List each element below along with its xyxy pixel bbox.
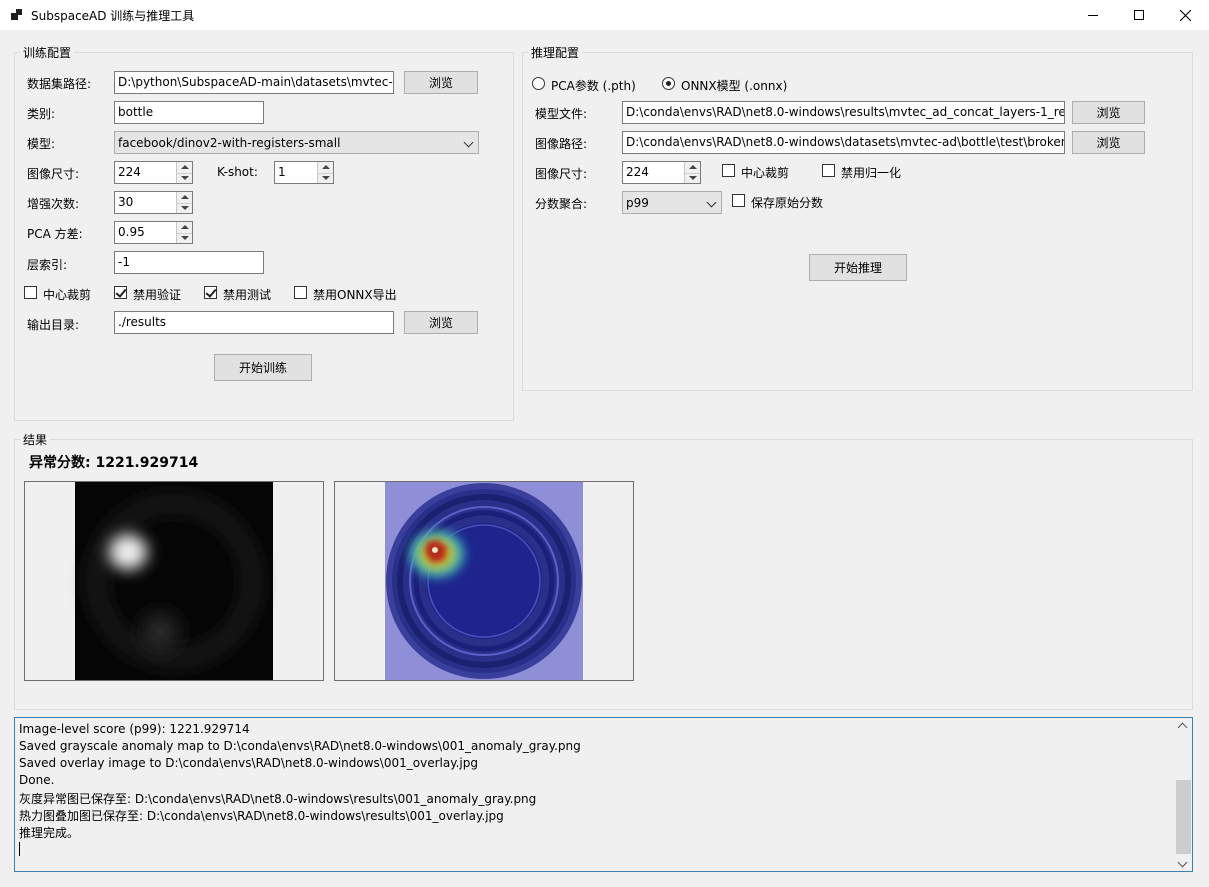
chevron-down-icon: [463, 137, 474, 148]
augment-label: 增强次数:: [27, 197, 80, 211]
score-aggregation-select[interactable]: p99: [622, 191, 722, 214]
log-line: 灰度异常图已保存至: D:\conda\envs\RAD\net8.0-wind…: [19, 792, 537, 806]
image-size-label: 图像尺寸:: [27, 167, 80, 181]
onnx-radio[interactable]: [662, 77, 675, 90]
disable-test-label: 禁用测试: [223, 288, 272, 302]
score-aggregation-value: p99: [626, 196, 649, 210]
minimize-icon: [1088, 14, 1098, 16]
keep-raw-score-label: 保存原始分数: [751, 196, 824, 210]
center-crop-checkbox[interactable]: [24, 286, 37, 299]
dataset-path-label: 数据集路径:: [27, 77, 92, 91]
pca-radio[interactable]: [532, 77, 545, 90]
spin-arrows[interactable]: [317, 162, 333, 183]
results-group-label: 结果: [20, 431, 51, 448]
log-line: 热力图叠加图已保存至: D:\conda\envs\RAD\net8.0-win…: [19, 809, 504, 823]
kshot-stepper[interactable]: 1: [274, 161, 334, 184]
spin-arrows[interactable]: [684, 162, 700, 183]
pca-radio-label: PCA参数 (.pth): [551, 79, 636, 93]
category-label: 类别:: [27, 107, 56, 121]
anomaly-score: 异常分数: 1221.929714: [29, 455, 199, 471]
infer-image-size-stepper[interactable]: 224: [622, 161, 701, 184]
disable-onnx-label: 禁用ONNX导出: [313, 288, 397, 302]
infer-image-size-value: 224: [626, 165, 649, 179]
dataset-browse-button[interactable]: 浏览: [404, 71, 478, 94]
model-select[interactable]: facebook/dinov2-with-registers-small: [114, 131, 479, 154]
disable-validation-label: 禁用验证: [133, 288, 182, 302]
anomaly-map-picture: [24, 481, 324, 681]
pca-variance-value: 0.95: [118, 225, 145, 239]
start-inference-button[interactable]: 开始推理: [809, 254, 907, 281]
app-icon: [11, 9, 23, 21]
scroll-down-icon[interactable]: [1177, 857, 1188, 868]
pca-variance-label: PCA 方差:: [27, 227, 83, 241]
close-button[interactable]: [1162, 0, 1208, 30]
log-line: 推理完成。: [19, 826, 80, 840]
center-crop-label: 中心裁剪: [43, 288, 92, 302]
window-title: SubspaceAD 训练与推理工具: [31, 9, 195, 23]
scroll-thumb[interactable]: [1176, 780, 1191, 854]
infer-center-crop-checkbox[interactable]: [722, 164, 735, 177]
spin-arrows[interactable]: [176, 192, 192, 213]
maximize-button[interactable]: [1116, 0, 1162, 30]
spin-arrows[interactable]: [176, 162, 192, 183]
image-path-label: 图像路径:: [535, 137, 588, 151]
layer-index-label: 层索引:: [27, 258, 68, 272]
model-label: 模型:: [27, 137, 56, 151]
minimize-button[interactable]: [1070, 0, 1116, 30]
overlay-picture: [334, 481, 634, 681]
maximize-icon: [1134, 10, 1144, 20]
model-file-browse-button[interactable]: 浏览: [1072, 101, 1145, 124]
model-file-input[interactable]: D:\conda\envs\RAD\net8.0-windows\results…: [622, 101, 1065, 124]
output-dir-label: 输出目录:: [27, 318, 80, 332]
log-line: Saved grayscale anomaly map to D:\conda\…: [19, 739, 581, 753]
image-size-stepper[interactable]: 224: [114, 161, 193, 184]
dataset-path-input[interactable]: D:\python\SubspaceAD-main\datasets\mvtec…: [114, 71, 394, 94]
image-path-browse-button[interactable]: 浏览: [1072, 131, 1145, 154]
close-icon: [1179, 9, 1191, 21]
image-size-value: 224: [118, 165, 141, 179]
title-bar: SubspaceAD 训练与推理工具: [0, 0, 1209, 30]
disable-validation-checkbox[interactable]: [114, 286, 127, 299]
start-training-button[interactable]: 开始训练: [214, 354, 312, 381]
disable-onnx-checkbox[interactable]: [294, 286, 307, 299]
kshot-value: 1: [278, 165, 286, 179]
score-aggregation-label: 分数聚合:: [535, 197, 588, 211]
augment-stepper[interactable]: 30: [114, 191, 193, 214]
log-line: Done.: [19, 773, 55, 787]
training-group-label: 训练配置: [20, 44, 75, 61]
log-scrollbar[interactable]: [1175, 718, 1192, 871]
infer-image-size-label: 图像尺寸:: [535, 167, 588, 181]
log-output[interactable]: Image-level score (p99): 1221.929714 Sav…: [14, 717, 1193, 872]
category-input[interactable]: bottle: [114, 101, 264, 124]
pca-variance-stepper[interactable]: 0.95: [114, 221, 193, 244]
model-file-label: 模型文件:: [535, 107, 588, 121]
log-line: Image-level score (p99): 1221.929714: [19, 722, 250, 736]
disable-normalization-checkbox[interactable]: [822, 164, 835, 177]
log-line: Saved overlay image to D:\conda\envs\RAD…: [19, 756, 478, 770]
augment-value: 30: [118, 195, 134, 209]
kshot-label: K-shot:: [217, 165, 258, 179]
infer-center-crop-label: 中心裁剪: [741, 166, 790, 180]
disable-test-checkbox[interactable]: [204, 286, 217, 299]
model-select-value: facebook/dinov2-with-registers-small: [118, 136, 341, 150]
scroll-up-icon[interactable]: [1177, 722, 1188, 733]
layer-index-input[interactable]: -1: [114, 251, 264, 274]
output-dir-input[interactable]: ./results: [114, 311, 394, 334]
disable-normalization-label: 禁用归一化: [841, 166, 902, 180]
image-path-input[interactable]: D:\conda\envs\RAD\net8.0-windows\dataset…: [622, 131, 1065, 154]
inference-group-label: 推理配置: [528, 44, 583, 61]
output-browse-button[interactable]: 浏览: [404, 311, 478, 334]
grayscale-anomaly-map: [75, 482, 273, 680]
chevron-down-icon: [706, 197, 717, 208]
keep-raw-score-checkbox[interactable]: [732, 194, 745, 207]
text-cursor: [19, 842, 20, 856]
spin-arrows[interactable]: [176, 222, 192, 243]
heatmap-overlay-image: [385, 482, 583, 680]
onnx-radio-label: ONNX模型 (.onnx): [681, 79, 788, 93]
